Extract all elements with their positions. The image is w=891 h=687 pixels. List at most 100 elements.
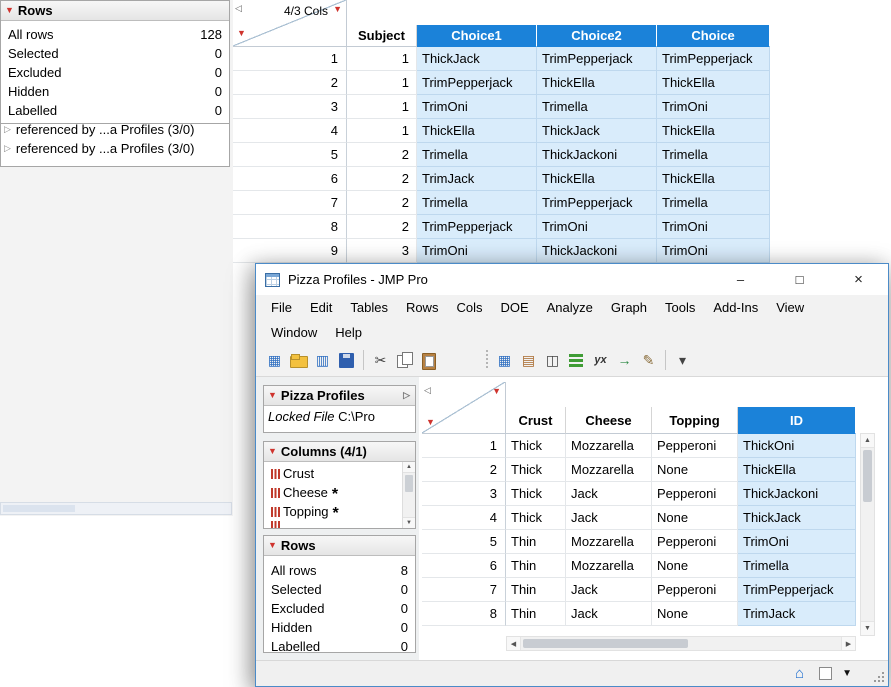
toolbar-grip[interactable] [486,350,488,370]
row-number[interactable]: 6 [422,554,506,578]
column-item-crust[interactable]: Crust [264,464,402,483]
rows-stat-all-rows[interactable]: All rows128 [1,25,229,44]
menu-view[interactable]: View [767,297,813,318]
column-header-subject[interactable]: Subject [347,25,417,47]
scrollbar-thumb[interactable] [523,639,688,648]
column-header-topping[interactable]: Topping [652,407,738,434]
column-header-cheese[interactable]: Cheese [566,407,652,434]
row-number[interactable]: 3 [422,482,506,506]
cell[interactable]: TrimOni [657,239,770,263]
cell[interactable]: ThickElla [537,71,657,95]
cell[interactable]: Thin [506,578,566,602]
maximize-button[interactable]: □ [770,264,829,295]
jmp-data-table-icon[interactable] [265,273,280,287]
cell[interactable]: 2 [347,191,417,215]
cell[interactable]: ThickJack [738,506,856,530]
row-number[interactable]: 4 [422,506,506,530]
rows-panel-header[interactable]: ▼ Rows [1,1,229,21]
cell[interactable]: ThickElla [657,167,770,191]
cell[interactable]: None [652,602,738,626]
cell[interactable]: TrimPepperjack [537,191,657,215]
rows-panel-header[interactable]: ▼ Rows [264,536,415,556]
rows-stat-labelled[interactable]: Labelled0 [264,637,415,656]
disclosure-icon[interactable]: ▷ [4,143,11,154]
cell[interactable]: Trimella [417,143,537,167]
column-item-topping[interactable]: Topping* [264,502,402,521]
table-panel-header[interactable]: ▼ Pizza Profiles ▷ [264,386,415,406]
menu-rows[interactable]: Rows [397,297,448,318]
status-checkbox[interactable] [819,667,832,680]
cell[interactable]: TrimPepperjack [417,71,537,95]
distribution-icon[interactable] [565,349,588,372]
cell[interactable]: ThickJack [537,119,657,143]
cell[interactable]: Thick [506,458,566,482]
rows-stat-hidden[interactable]: Hidden0 [264,618,415,637]
scroll-left-icon[interactable]: ◀ [507,637,521,650]
menu-window[interactable]: Window [262,322,326,343]
menu-tables[interactable]: Tables [341,297,397,318]
cell[interactable]: TrimOni [738,530,856,554]
cell[interactable]: TrimOni [417,95,537,119]
cell[interactable]: TrimPepperjack [738,578,856,602]
cell[interactable]: Thin [506,602,566,626]
columns-menu-icon[interactable]: ▼ [333,5,342,14]
menu-doe[interactable]: DOE [491,297,537,318]
cell[interactable]: 2 [347,215,417,239]
cell[interactable]: Trimella [657,191,770,215]
cell[interactable]: ThickElla [537,167,657,191]
row-number[interactable]: 7 [422,578,506,602]
row-number[interactable]: 2 [233,71,347,95]
cell[interactable]: Mozzarella [566,530,652,554]
row-number[interactable]: 7 [233,191,347,215]
menu-help[interactable]: Help [326,322,371,343]
columns-menu-icon[interactable]: ▼ [492,387,501,396]
cell[interactable]: ThickElla [657,71,770,95]
cell[interactable]: Thick [506,482,566,506]
rows-menu-icon[interactable]: ▼ [426,418,435,427]
scroll-up-icon[interactable]: ▲ [861,434,874,448]
menu-analyze[interactable]: Analyze [538,297,602,318]
cell[interactable]: None [652,458,738,482]
collapse-panel-icon[interactable]: ▷ [403,390,410,401]
disclosure-icon[interactable]: ▷ [4,124,11,135]
paste-icon[interactable] [417,349,440,372]
cell[interactable]: TrimJack [417,167,537,191]
open-file-icon[interactable] [287,349,310,372]
save-icon[interactable] [335,349,358,372]
menu-cols[interactable]: Cols [447,297,491,318]
home-icon[interactable]: ⌂ [795,665,804,682]
rows-stat-hidden[interactable]: Hidden0 [1,82,229,101]
layout-icon[interactable]: ◫ [541,349,564,372]
cell[interactable]: Trimella [657,143,770,167]
cell[interactable]: 2 [347,167,417,191]
cell[interactable]: TrimOni [417,239,537,263]
row-number[interactable]: 3 [233,95,347,119]
cell[interactable]: Jack [566,506,652,530]
close-button[interactable]: × [829,264,888,295]
column-item-cheese[interactable]: Cheese* [264,483,402,502]
launch-analysis-icon[interactable]: → [613,349,636,372]
column-reference-item[interactable]: ▷referenced by ...a Profiles (3/0) [1,139,229,158]
cell[interactable]: Mozzarella [566,458,652,482]
rows-stat-selected[interactable]: Selected0 [1,44,229,63]
cell[interactable]: Thick [506,434,566,458]
cell[interactable]: ThickElla [417,119,537,143]
scrollbar-thumb[interactable] [3,505,75,512]
cell[interactable]: Mozzarella [566,554,652,578]
rows-stat-all-rows[interactable]: All rows8 [264,561,415,580]
column-header-choice1[interactable]: Choice1 [417,25,537,47]
cell[interactable]: Trimella [537,95,657,119]
cell[interactable]: Mozzarella [566,434,652,458]
collapse-side-panel-icon[interactable]: ◁ [235,3,242,14]
cell[interactable]: 1 [347,95,417,119]
cell[interactable]: None [652,554,738,578]
cell[interactable]: ThickElla [657,119,770,143]
scroll-down-icon[interactable]: ▼ [403,517,415,528]
menu-add-ins[interactable]: Add-Ins [704,297,767,318]
copy-icon[interactable] [393,349,416,372]
fit-y-by-x-icon[interactable]: yx [589,349,612,372]
columns-panel-header[interactable]: ▼ Columns (4/1) [264,442,415,462]
row-number[interactable]: 8 [233,215,347,239]
cell[interactable]: None [652,506,738,530]
scroll-down-icon[interactable]: ▼ [861,621,874,635]
